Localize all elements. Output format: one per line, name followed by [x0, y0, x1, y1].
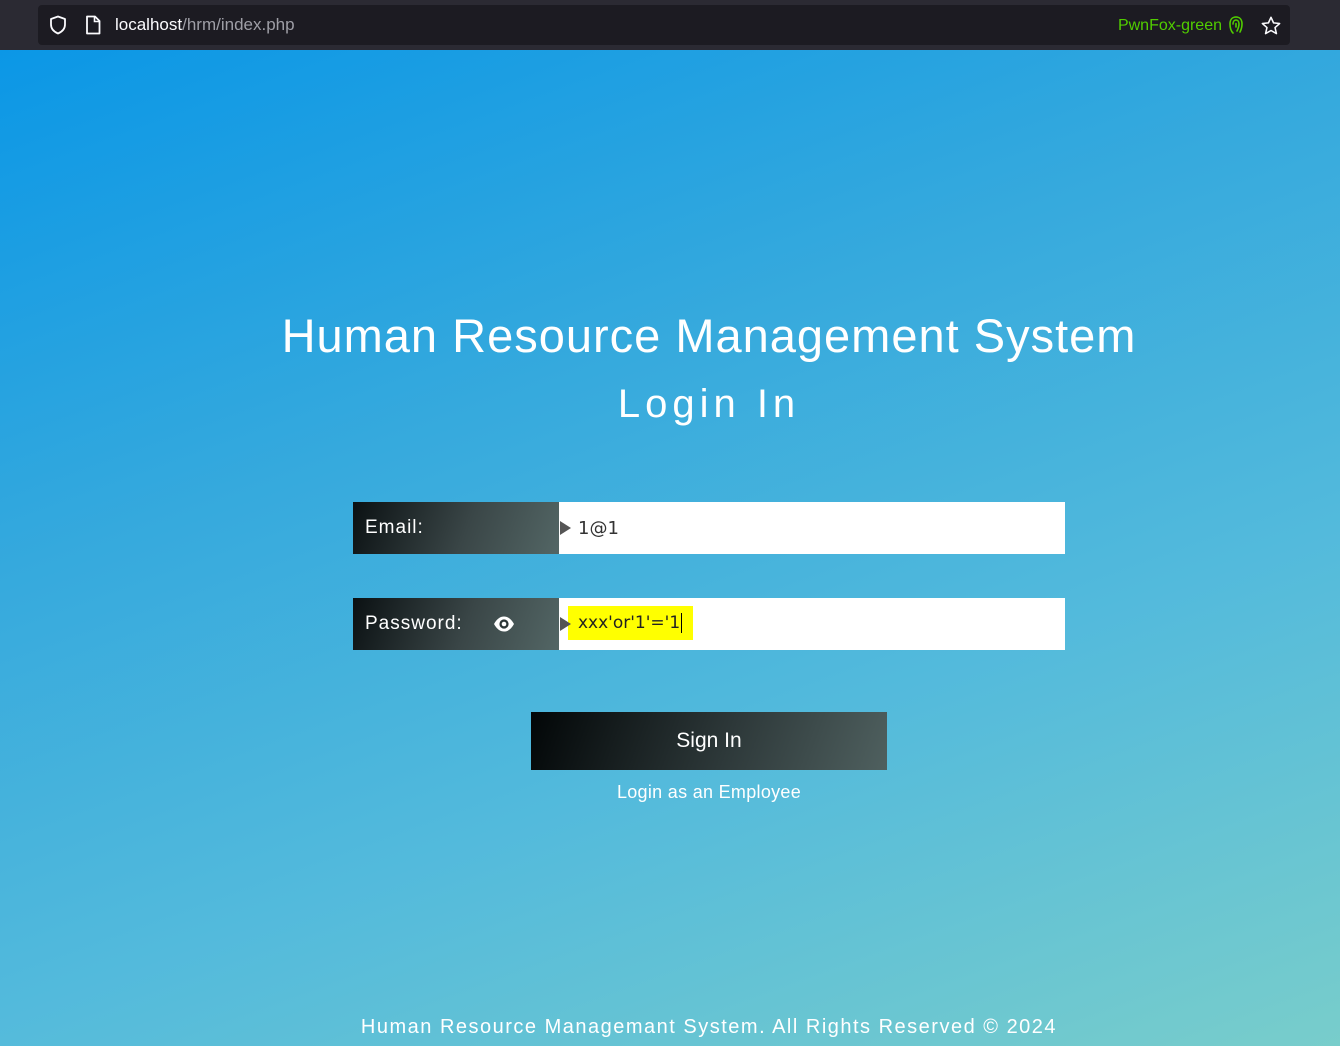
email-label-text: Email: [365, 517, 424, 538]
container-label[interactable]: PwnFox-green [1118, 16, 1222, 36]
footer-text: Human Resource Managemant System. All Ri… [360, 1016, 1058, 1038]
eye-icon[interactable] [493, 615, 515, 633]
url-text[interactable]: localhost/hrm/index.php [115, 15, 295, 35]
page-title: Human Resource Management System [281, 309, 1137, 362]
password-value: xxx'or'1'='1 [578, 613, 681, 633]
text-caret [681, 613, 683, 633]
shield-icon[interactable] [48, 15, 68, 35]
address-bar[interactable]: localhost/hrm/index.php PwnFox-green [38, 5, 1290, 45]
browser-window: localhost/hrm/index.php PwnFox-green Hum… [0, 0, 1340, 1046]
password-arrow-icon [560, 617, 571, 631]
email-row: Email: [353, 502, 1065, 554]
password-label-text: Password: [365, 613, 463, 634]
email-label: Email: [353, 502, 559, 554]
sign-in-button[interactable]: Sign In [531, 712, 887, 770]
password-label: Password: [353, 598, 559, 650]
page-subtitle: Login In [617, 382, 801, 426]
password-value-highlight[interactable]: xxx'or'1'='1 [568, 606, 694, 640]
login-page: Human Resource Management System Login I… [0, 50, 1340, 1046]
password-row: Password: xxx'or'1'='1 [353, 598, 1065, 650]
star-icon[interactable] [1260, 15, 1282, 37]
fingerprint-icon[interactable] [1228, 15, 1244, 35]
url-host: localhost [115, 15, 183, 34]
browser-toolbar: localhost/hrm/index.php PwnFox-green [0, 0, 1340, 50]
email-input[interactable] [559, 502, 1065, 554]
employee-login-link[interactable]: Login as an Employee [531, 782, 887, 803]
page-icon[interactable] [84, 15, 102, 35]
email-arrow-icon [560, 521, 571, 535]
url-path: /hrm/index.php [182, 15, 295, 34]
